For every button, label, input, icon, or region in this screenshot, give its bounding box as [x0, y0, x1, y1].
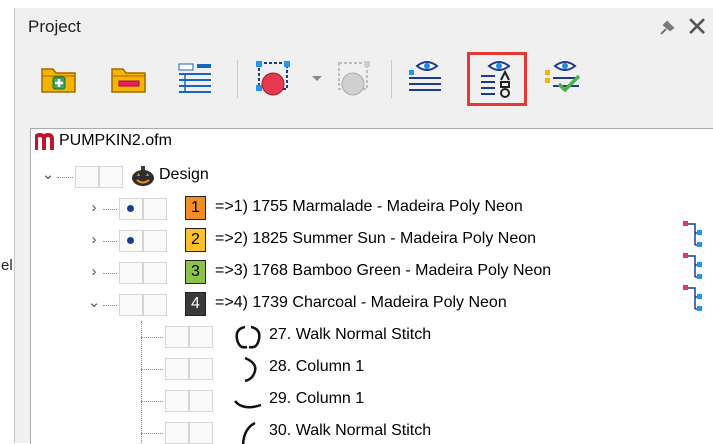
tree-row-object-30[interactable]: 30. Walk Normal Stitch — [31, 417, 713, 444]
pin-icon[interactable] — [656, 18, 678, 38]
color-label: =>4) 1739 Charcoal - Madeira Poly Neon — [215, 294, 507, 311]
layout-button[interactable] — [173, 56, 217, 100]
color-badge: 1 — [185, 196, 206, 220]
tree-connector — [57, 177, 73, 178]
list-visibility-button[interactable] — [403, 56, 447, 100]
design-label: Design — [159, 166, 209, 183]
chevron-right-icon[interactable]: › — [87, 264, 101, 279]
walk-arc-icon — [241, 421, 256, 444]
color-badge: 4 — [185, 292, 206, 316]
list-eye-icon — [409, 61, 441, 91]
dropdown-arrow[interactable] — [307, 56, 327, 100]
color-badge: 3 — [185, 260, 206, 284]
tree-connector — [141, 401, 163, 402]
file-name: PUMPKIN2.ofm — [59, 132, 172, 149]
panel-titlebar: Project ✕ — [15, 8, 713, 46]
project-panel: Project ✕ PUMPKIN2.ofm ⌄ Design › 1 =>1)… — [14, 8, 713, 444]
pumpkin-icon — [132, 166, 154, 186]
sequence-icon — [683, 253, 702, 279]
tree-row-object-29[interactable]: 29. Column 1 — [31, 385, 713, 417]
tree-row-color-3[interactable]: › 3 =>3) 1768 Bamboo Green - Madeira Pol… — [31, 253, 713, 289]
tree-connector — [141, 337, 163, 338]
sequence-icon — [683, 285, 702, 311]
tree-connector — [103, 273, 117, 274]
tree-connector — [141, 369, 163, 370]
visibility-checkbox[interactable] — [119, 230, 143, 252]
chevron-down-icon[interactable]: ⌄ — [41, 167, 55, 182]
toolbar — [15, 50, 713, 120]
chevron-down-icon[interactable]: ⌄ — [87, 295, 101, 310]
visibility-checkbox[interactable] — [165, 390, 189, 412]
object-label: 30. Walk Normal Stitch — [269, 422, 432, 439]
color-label: =>3) 1768 Bamboo Green - Madeira Poly Ne… — [215, 262, 552, 279]
visibility-checkbox[interactable] — [165, 422, 189, 444]
object-label: 27. Walk Normal Stitch — [269, 326, 432, 343]
close-icon[interactable]: ✕ — [683, 14, 711, 42]
remove-folder-button[interactable] — [107, 56, 151, 100]
file-logo-icon — [35, 133, 54, 150]
add-folder-button[interactable] — [37, 56, 81, 100]
tree-connector — [103, 241, 117, 242]
lock-checkbox[interactable] — [189, 358, 213, 380]
color-label: =>1) 1755 Marmalade - Madeira Poly Neon — [215, 198, 523, 215]
select-object-button[interactable] — [253, 56, 297, 100]
object-label: 29. Column 1 — [269, 390, 365, 407]
panel-title: Project — [28, 17, 81, 36]
lock-checkbox[interactable] — [143, 294, 167, 316]
disabled-object-icon — [338, 61, 370, 96]
disabled-object-button[interactable] — [333, 56, 377, 100]
chevron-right-icon[interactable]: › — [87, 232, 101, 247]
lock-checkbox[interactable] — [143, 230, 167, 252]
loop-stitch-icon — [235, 325, 261, 349]
lock-checkbox[interactable] — [143, 262, 167, 284]
project-tree: PUMPKIN2.ofm ⌄ Design › 1 =>1) 1755 Marm… — [30, 128, 713, 444]
tree-connector — [103, 209, 117, 210]
tree-row-color-1[interactable]: › 1 =>1) 1755 Marmalade - Madeira Poly N… — [31, 193, 713, 225]
visibility-checkbox[interactable] — [119, 198, 143, 220]
properties-eye-icon — [481, 61, 511, 98]
folder-plus-icon — [41, 68, 76, 93]
visibility-checkbox[interactable] — [119, 262, 143, 284]
tree-connector — [141, 433, 163, 434]
tree-row-object-28[interactable]: 28. Column 1 — [31, 353, 713, 385]
column-curve-icon — [234, 400, 262, 409]
tree-row-file[interactable]: PUMPKIN2.ofm — [31, 129, 713, 161]
check-visibility-button[interactable] — [541, 56, 585, 100]
tree-row-design[interactable]: ⌄ Design — [31, 161, 713, 193]
sequence-icon — [683, 221, 702, 247]
tree-layout-icon — [178, 63, 211, 93]
check-eye-icon — [545, 61, 581, 93]
lock-checkbox[interactable] — [99, 166, 123, 188]
properties-visibility-button[interactable] — [467, 52, 527, 106]
toolbar-separator — [237, 60, 238, 98]
left-edge-text: el — [1, 257, 13, 274]
lock-checkbox[interactable] — [189, 326, 213, 348]
tree-row-color-2[interactable]: › 2 =>2) 1825 Summer Sun - Madeira Poly … — [31, 221, 713, 257]
lock-checkbox[interactable] — [143, 198, 167, 220]
tree-row-object-27[interactable]: 27. Walk Normal Stitch — [31, 321, 713, 353]
dropdown-icon — [312, 76, 322, 81]
color-label: =>2) 1825 Summer Sun - Madeira Poly Neon — [215, 230, 537, 247]
tree-connector — [103, 305, 117, 306]
visibility-checkbox[interactable] — [165, 358, 189, 380]
lock-checkbox[interactable] — [189, 390, 213, 412]
select-object-icon — [256, 61, 290, 96]
visibility-checkbox[interactable] — [165, 326, 189, 348]
color-badge: 2 — [185, 228, 206, 252]
chevron-right-icon[interactable]: › — [87, 200, 101, 215]
lock-checkbox[interactable] — [189, 422, 213, 444]
tree-row-color-4[interactable]: ⌄ 4 =>4) 1739 Charcoal - Madeira Poly Ne… — [31, 285, 713, 321]
left-window-edge: el — [0, 0, 14, 443]
visibility-checkbox[interactable] — [119, 294, 143, 316]
toolbar-separator — [391, 60, 392, 98]
object-label: 28. Column 1 — [269, 358, 365, 375]
folder-minus-icon — [111, 68, 146, 93]
visibility-checkbox[interactable] — [75, 166, 99, 188]
column-arc-icon — [244, 356, 257, 383]
